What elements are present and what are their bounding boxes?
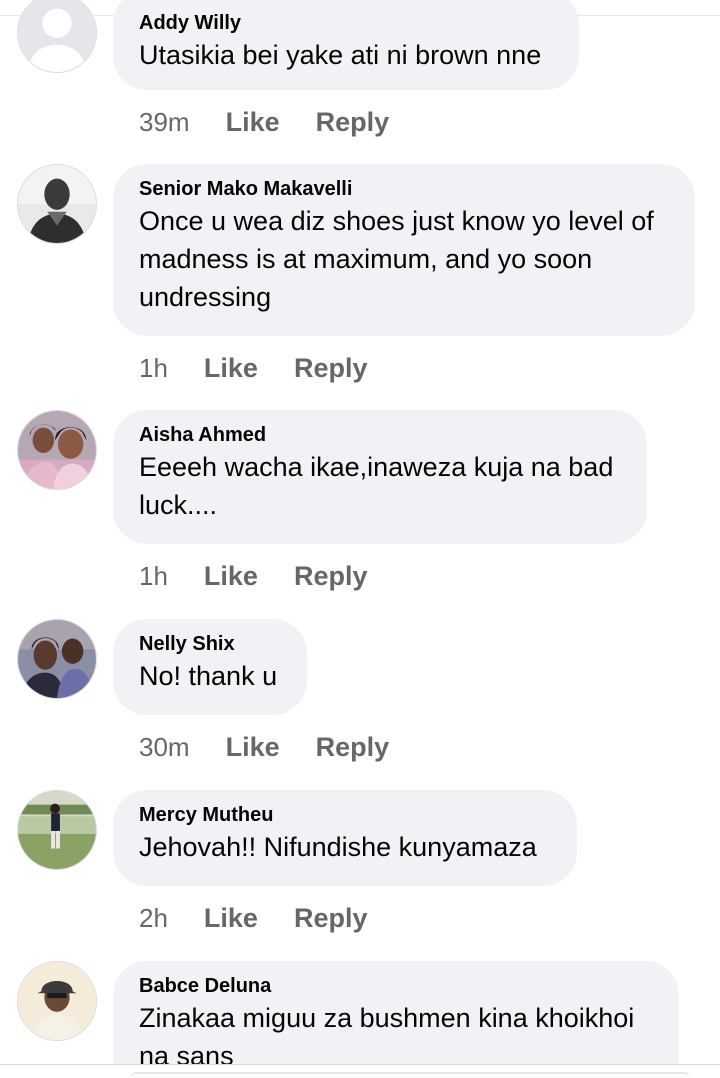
comment-bubble[interactable]: Addy Willy Utasikia bei yake ati ni brow…: [113, 0, 579, 90]
comment-text: Eeeeh wacha ikae,inaweza kuja na bad luc…: [139, 452, 614, 520]
like-button[interactable]: Like: [226, 107, 280, 138]
comment-time[interactable]: 1h: [139, 353, 168, 384]
two-women-photo-icon: [18, 411, 96, 489]
comment-author[interactable]: Babce Deluna: [139, 973, 653, 999]
comment-author[interactable]: Aisha Ahmed: [139, 422, 621, 448]
comment-actions: 30m Like Reply: [139, 729, 389, 765]
comment-text: Utasikia bei yake ati ni brown nne: [139, 40, 542, 70]
avatar[interactable]: [17, 961, 97, 1041]
avatar[interactable]: [17, 0, 97, 73]
comment-author[interactable]: Addy Willy: [139, 10, 553, 36]
comment-actions: 1h Like Reply: [139, 350, 367, 386]
comment-time[interactable]: 1h: [139, 561, 168, 592]
comment-actions: 1h Like Reply: [139, 558, 367, 594]
comment-author[interactable]: Senior Mako Makavelli: [139, 176, 669, 202]
comment-bubble[interactable]: Babce Deluna Zinakaa miguu za bushmen ki…: [113, 961, 679, 1078]
like-button[interactable]: Like: [226, 732, 280, 763]
comment-bubble[interactable]: Senior Mako Makavelli Once u wea diz sho…: [113, 164, 695, 336]
avatar[interactable]: [17, 410, 97, 490]
like-button[interactable]: Like: [204, 353, 258, 384]
comment-actions: 39m Like Reply: [139, 104, 389, 140]
comments-screen: Addy Willy Utasikia bei yake ati ni brow…: [0, 0, 720, 1078]
reply-button[interactable]: Reply: [294, 561, 368, 592]
reply-button[interactable]: Reply: [316, 107, 390, 138]
reply-button[interactable]: Reply: [294, 903, 368, 934]
comment-text: Once u wea diz shoes just know yo level …: [139, 206, 654, 312]
man-portrait-icon: [18, 165, 96, 243]
avatar[interactable]: [17, 164, 97, 244]
like-button[interactable]: Like: [204, 903, 258, 934]
comment-bubble[interactable]: Mercy Mutheu Jehovah!! Nifundishe kunyam…: [113, 790, 577, 886]
avatar[interactable]: [17, 790, 97, 870]
comment-actions: 2h Like Reply: [139, 900, 367, 936]
reply-button[interactable]: Reply: [316, 732, 390, 763]
like-button[interactable]: Like: [204, 561, 258, 592]
reply-button[interactable]: Reply: [294, 353, 368, 384]
composer-edge: [130, 1072, 690, 1078]
person-on-field-icon: [18, 791, 96, 869]
comment-text: Jehovah!! Nifundishe kunyamaza: [139, 832, 537, 862]
default-avatar-icon: [18, 0, 96, 72]
couple-photo-icon: [18, 620, 96, 698]
comment-bubble[interactable]: Nelly Shix No! thank u: [113, 619, 307, 715]
comment-bubble[interactable]: Aisha Ahmed Eeeeh wacha ikae,inaweza kuj…: [113, 410, 647, 544]
comment-time[interactable]: 39m: [139, 107, 190, 138]
comment-time[interactable]: 30m: [139, 732, 190, 763]
comment-time[interactable]: 2h: [139, 903, 168, 934]
comment-text: No! thank u: [139, 661, 278, 691]
comment-author[interactable]: Mercy Mutheu: [139, 802, 551, 828]
comment-author[interactable]: Nelly Shix: [139, 631, 281, 657]
man-with-cap-icon: [18, 962, 96, 1040]
avatar[interactable]: [17, 619, 97, 699]
